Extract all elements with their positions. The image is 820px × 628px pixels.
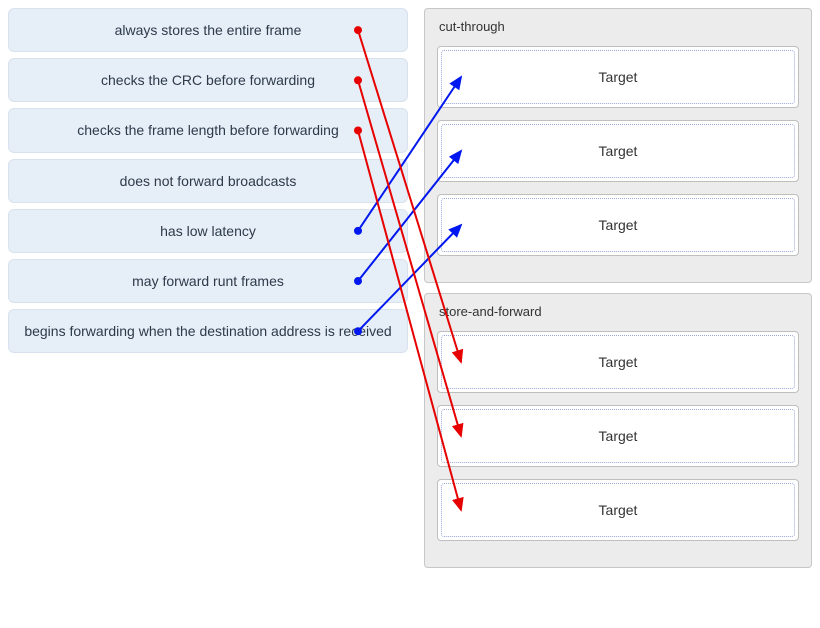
target-slot[interactable]: Target [437,46,799,108]
target-placeholder: Target [441,124,795,178]
group-title-cut-through: cut-through [439,19,801,34]
group-store-and-forward: store-and-forward Target Target Target [424,293,812,568]
target-column: cut-through Target Target Target store-a… [424,8,812,568]
matching-container: always stores the entire frame checks th… [8,8,812,568]
source-item-runt-frames[interactable]: may forward runt frames [8,259,408,303]
target-placeholder: Target [441,198,795,252]
source-item-checks-crc[interactable]: checks the CRC before forwarding [8,58,408,102]
source-column: always stores the entire frame checks th… [8,8,408,568]
target-slot[interactable]: Target [437,405,799,467]
source-item-checks-length[interactable]: checks the frame length before forwardin… [8,108,408,152]
target-slot[interactable]: Target [437,120,799,182]
group-cut-through: cut-through Target Target Target [424,8,812,283]
target-slot[interactable]: Target [437,194,799,256]
target-placeholder: Target [441,409,795,463]
target-placeholder: Target [441,50,795,104]
target-slot[interactable]: Target [437,479,799,541]
target-placeholder: Target [441,483,795,537]
source-item-low-latency[interactable]: has low latency [8,209,408,253]
source-item-stores-frame[interactable]: always stores the entire frame [8,8,408,52]
group-title-store-and-forward: store-and-forward [439,304,801,319]
target-placeholder: Target [441,335,795,389]
source-item-dest-address[interactable]: begins forwarding when the destination a… [8,309,408,353]
target-slot[interactable]: Target [437,331,799,393]
source-item-no-broadcast[interactable]: does not forward broadcasts [8,159,408,203]
